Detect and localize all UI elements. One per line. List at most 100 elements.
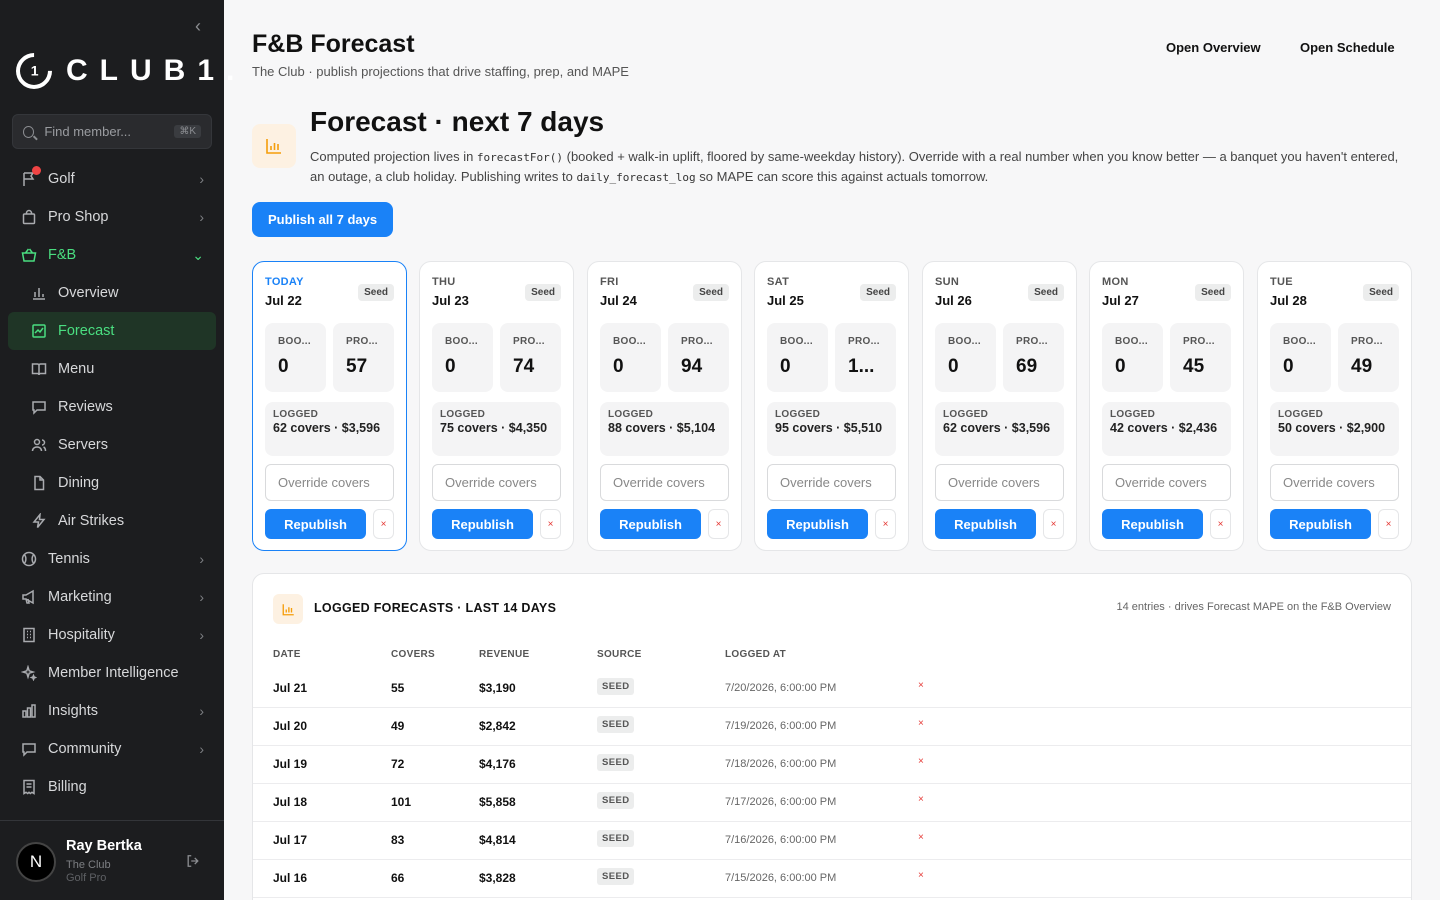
booked-stat: BOO... 0 xyxy=(1102,323,1163,392)
sidebar-item-fb-menu[interactable]: Menu xyxy=(8,350,216,388)
clear-override-icon[interactable]: × xyxy=(1043,509,1064,539)
sidebar-item-label: Overview xyxy=(58,285,119,301)
clear-override-icon[interactable]: × xyxy=(708,509,729,539)
delete-entry-icon[interactable]: × xyxy=(918,870,924,881)
delete-entry-icon[interactable]: × xyxy=(918,756,924,767)
row-covers: 83 xyxy=(391,833,405,847)
sidebar-item-billing[interactable]: Billing xyxy=(8,768,216,806)
day-label: TODAY xyxy=(265,276,304,288)
member-search-input[interactable] xyxy=(44,124,175,139)
row-date: Jul 18 xyxy=(273,795,308,809)
republish-button[interactable]: Republish xyxy=(935,509,1036,539)
republish-button[interactable]: Republish xyxy=(1102,509,1203,539)
projected-stat: PRO... 69 xyxy=(1003,323,1064,392)
logged-summary: LOGGED 42 covers · $2,436 xyxy=(1102,402,1231,456)
logo-text: CLUB1. xyxy=(66,54,247,87)
day-card: THU Jul 23 Seed BOO... 0 PRO... 74 LOGGED 75 cov… xyxy=(419,261,574,551)
projected-label: PRO... xyxy=(1351,336,1383,347)
sidebar-item-pro-shop[interactable]: Pro Shop › xyxy=(8,198,216,236)
day-card: FRI Jul 24 Seed BOO... 0 PRO... 94 LOGGED 88 cov… xyxy=(587,261,742,551)
override-covers-input[interactable] xyxy=(935,464,1064,501)
sidebar-item-hospitality[interactable]: Hospitality › xyxy=(8,616,216,654)
republish-button[interactable]: Republish xyxy=(432,509,533,539)
forecast-chart-icon xyxy=(273,594,303,624)
republish-button[interactable]: Republish xyxy=(600,509,701,539)
basket-icon xyxy=(20,246,38,264)
override-covers-input[interactable] xyxy=(600,464,729,501)
booked-label: BOO... xyxy=(1115,336,1148,347)
source-badge: Seed xyxy=(1028,284,1064,301)
day-card: TUE Jul 28 Seed BOO... 0 PRO... 49 LOGGED 50 cov… xyxy=(1257,261,1412,551)
row-logged-at: 7/18/2026, 6:00:00 PM xyxy=(725,758,837,770)
row-logged-at: 7/20/2026, 6:00:00 PM xyxy=(725,682,837,694)
sidebar-item-fb-forecast[interactable]: Forecast xyxy=(8,312,216,350)
club1-logo: 1 CLUB1. xyxy=(8,45,247,97)
open-overview-link[interactable]: Open Overview xyxy=(1166,40,1261,55)
sidebar-item-fb-servers[interactable]: Servers xyxy=(8,426,216,464)
override-covers-input[interactable] xyxy=(432,464,561,501)
delete-entry-icon[interactable]: × xyxy=(918,794,924,805)
clear-override-icon[interactable]: × xyxy=(1378,509,1399,539)
sidebar-item-label: Community xyxy=(48,741,122,757)
projected-value: 1... xyxy=(848,356,875,377)
delete-entry-icon[interactable]: × xyxy=(918,832,924,843)
booked-label: BOO... xyxy=(1283,336,1316,347)
sidebar-item-insights[interactable]: Insights › xyxy=(8,692,216,730)
column-header-source: SOURCE xyxy=(597,649,642,660)
logged-forecasts-panel: LOGGED FORECASTS · LAST 14 DAYS 14 entri… xyxy=(252,573,1412,900)
clear-override-icon[interactable]: × xyxy=(875,509,896,539)
day-date: Jul 26 xyxy=(935,293,972,308)
override-covers-input[interactable] xyxy=(265,464,394,501)
republish-button[interactable]: Republish xyxy=(1270,509,1371,539)
row-logged-at: 7/15/2026, 6:00:00 PM xyxy=(725,872,837,884)
clear-override-icon[interactable]: × xyxy=(373,509,394,539)
sidebar-item-fb-dining[interactable]: Dining xyxy=(8,464,216,502)
member-search[interactable]: ⌘K xyxy=(12,114,212,149)
sidebar-item-fb-overview[interactable]: Overview xyxy=(8,274,216,312)
source-badge: Seed xyxy=(1363,284,1399,301)
booked-value: 0 xyxy=(278,356,289,377)
sidebar-item-member-intelligence[interactable]: Member Intelligence xyxy=(8,654,216,692)
sidebar-item-fb-air-strikes[interactable]: Air Strikes xyxy=(8,502,216,540)
logged-value: 95 covers · $5,510 xyxy=(775,421,883,435)
chevron-right-icon: › xyxy=(199,741,204,757)
day-date: Jul 23 xyxy=(432,293,469,308)
sidebar-item-label: Member Intelligence xyxy=(48,665,179,681)
projected-stat: PRO... 74 xyxy=(500,323,561,392)
sidebar-item-fb[interactable]: F&B ⌄ xyxy=(8,236,216,274)
collapse-sidebar-icon[interactable]: ‹ xyxy=(188,16,208,36)
publish-all-button[interactable]: Publish all 7 days xyxy=(252,202,394,237)
logout-icon[interactable] xyxy=(186,854,200,871)
republish-button[interactable]: Republish xyxy=(767,509,868,539)
booked-stat: BOO... 0 xyxy=(432,323,493,392)
override-covers-input[interactable] xyxy=(767,464,896,501)
delete-entry-icon[interactable]: × xyxy=(918,680,924,691)
user-profile[interactable]: N Ray Bertka The Club Golf Pro xyxy=(0,820,224,900)
booked-label: BOO... xyxy=(613,336,646,347)
sidebar-item-fb-reviews[interactable]: Reviews xyxy=(8,388,216,426)
clear-override-icon[interactable]: × xyxy=(1210,509,1231,539)
delete-entry-icon[interactable]: × xyxy=(918,718,924,729)
projected-value: 49 xyxy=(1351,356,1373,377)
table-row: Jul 20 49 $2,842 SEED 7/19/2026, 6:00:00 PM × xyxy=(253,708,1411,746)
override-covers-input[interactable] xyxy=(1270,464,1399,501)
book-icon xyxy=(30,360,48,378)
booked-label: BOO... xyxy=(948,336,981,347)
open-schedule-link[interactable]: Open Schedule xyxy=(1300,40,1395,55)
row-revenue: $4,176 xyxy=(479,757,516,771)
projected-stat: PRO... 49 xyxy=(1338,323,1399,392)
projected-stat: PRO... 94 xyxy=(668,323,729,392)
override-covers-input[interactable] xyxy=(1102,464,1231,501)
forecast-description: Computed projection lives in forecastFor… xyxy=(310,149,1399,184)
logo-mark: 1 xyxy=(8,45,60,97)
clear-override-icon[interactable]: × xyxy=(540,509,561,539)
sidebar-item-tennis[interactable]: Tennis › xyxy=(8,540,216,578)
republish-button[interactable]: Republish xyxy=(265,509,366,539)
source-badge: SEED xyxy=(597,754,635,771)
booked-label: BOO... xyxy=(278,336,311,347)
sidebar-item-community[interactable]: Community › xyxy=(8,730,216,768)
logged-value: 62 covers · $3,596 xyxy=(943,421,1051,435)
user-name: Ray Bertka xyxy=(66,838,142,854)
sidebar-item-marketing[interactable]: Marketing › xyxy=(8,578,216,616)
sidebar-item-golf[interactable]: Golf › xyxy=(8,160,216,198)
